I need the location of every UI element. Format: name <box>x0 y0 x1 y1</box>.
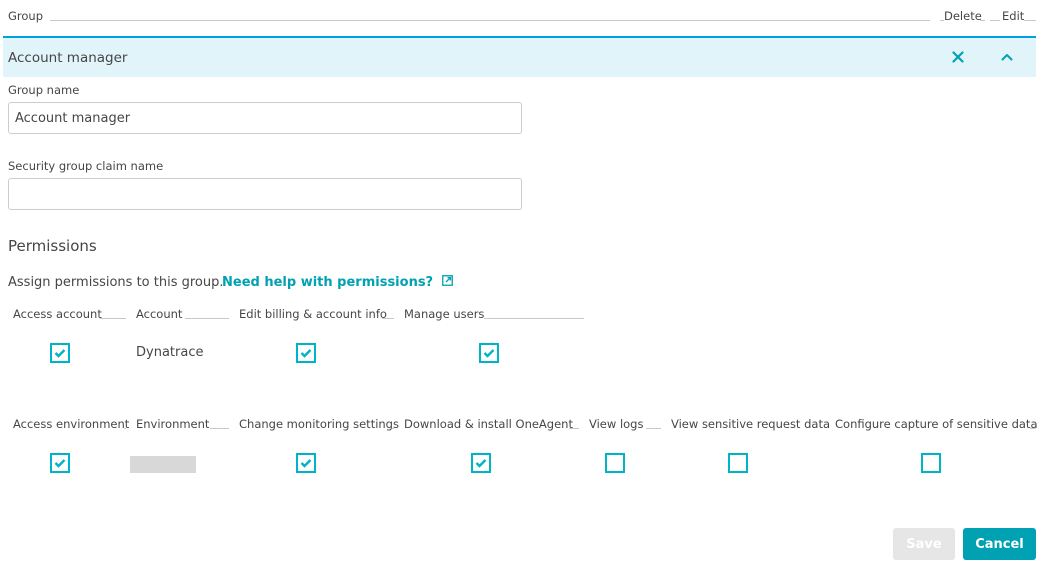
checkmark-icon <box>483 349 495 358</box>
column-divider <box>100 318 126 319</box>
delete-button[interactable] <box>950 49 966 65</box>
checkbox-view-sensitive-request-data[interactable] <box>728 453 748 473</box>
checkmark-icon <box>300 349 312 358</box>
column-header-manage-users: Manage users <box>404 307 485 321</box>
external-link-icon <box>441 275 453 286</box>
checkmark-icon <box>300 459 312 468</box>
column-header-configure-capture: Configure capture of sensitive data <box>835 417 1038 431</box>
column-divider <box>210 428 229 429</box>
group-name-input[interactable] <box>8 102 522 134</box>
account-name: Dynatrace <box>136 345 204 360</box>
header-divider <box>50 20 930 21</box>
chevron-up-icon <box>1001 54 1013 61</box>
group-row-title: Account manager <box>8 50 128 66</box>
checkmark-icon <box>54 459 66 468</box>
checkmark-icon <box>54 349 66 358</box>
checkbox-edit-billing[interactable] <box>296 343 316 363</box>
column-divider <box>124 428 126 429</box>
checkbox-manage-users[interactable] <box>479 343 499 363</box>
checkbox-download-oneagent[interactable] <box>471 453 491 473</box>
collapse-button[interactable] <box>999 49 1015 65</box>
column-header-view-logs: View logs <box>589 417 644 431</box>
checkbox-change-monitoring[interactable] <box>296 453 316 473</box>
checkbox-configure-capture[interactable] <box>921 453 941 473</box>
help-link-label: Need help with permissions? <box>222 275 434 290</box>
column-header-change-monitoring: Change monitoring settings <box>239 417 399 431</box>
column-divider <box>1030 428 1036 429</box>
group-row-expanded[interactable]: Account manager <box>3 36 1036 77</box>
permissions-heading: Permissions <box>8 237 97 255</box>
checkbox-access-environment[interactable] <box>50 453 70 473</box>
header-divider <box>1024 20 1036 21</box>
cancel-button[interactable]: Cancel <box>963 528 1036 560</box>
column-divider <box>646 428 661 429</box>
security-group-claim-input[interactable] <box>8 178 522 210</box>
column-header-account: Account <box>136 307 183 321</box>
security-group-claim-label: Security group claim name <box>8 159 164 173</box>
group-name-label: Group name <box>8 83 80 97</box>
column-header-access-environment: Access environment <box>13 417 130 431</box>
column-header-view-sensitive: View sensitive request data <box>671 417 831 431</box>
checkbox-access-account[interactable] <box>50 343 70 363</box>
column-divider <box>569 428 579 429</box>
column-header-group: Group <box>8 9 48 23</box>
save-button[interactable]: Save <box>893 528 955 560</box>
column-header-environment: Environment <box>136 417 210 431</box>
checkbox-view-logs[interactable] <box>605 453 625 473</box>
column-divider <box>185 318 229 319</box>
column-divider <box>382 318 394 319</box>
column-header-edit-billing: Edit billing & account info <box>239 307 387 321</box>
header-divider <box>980 20 985 21</box>
header-divider <box>990 20 1000 21</box>
checkmark-icon <box>475 459 487 468</box>
column-divider <box>392 428 394 429</box>
column-header-download-oneagent: Download & install OneAgent <box>404 417 573 431</box>
column-divider <box>484 318 584 319</box>
permissions-help-link[interactable]: Need help with permissions? <box>222 275 453 290</box>
environment-name-redacted <box>130 456 196 473</box>
close-icon <box>952 51 964 63</box>
column-header-access-account: Access account <box>13 307 102 321</box>
assign-permissions-text: Assign permissions to this group. <box>8 275 224 290</box>
